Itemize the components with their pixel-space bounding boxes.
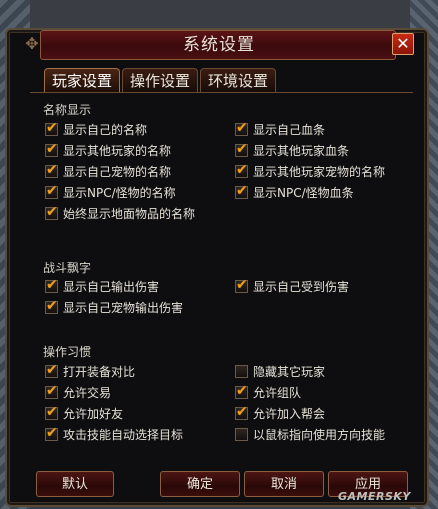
dialog-title: 系统设置 [183, 35, 255, 55]
checkbox-icon[interactable] [45, 182, 58, 200]
tab-operation-settings[interactable]: 操作设置 [122, 68, 198, 92]
option-label: 显示其他玩家宠物的名称 [253, 165, 386, 179]
option-label: 隐藏其它玩家 [253, 365, 326, 379]
option-label: 显示自己宠物输出伤害 [63, 301, 184, 315]
checkbox-icon[interactable] [45, 361, 58, 379]
checkbox-icon[interactable] [45, 161, 58, 179]
close-button[interactable]: ✕ [392, 33, 414, 55]
checkbox-icon[interactable] [235, 140, 248, 158]
option-label: 显示自己的名称 [63, 123, 148, 137]
checkbox-icon[interactable] [235, 382, 248, 400]
option-show-other-player-hp-bars[interactable]: 显示其他玩家血条 [235, 140, 350, 160]
option-label: 打开装备对比 [63, 365, 136, 379]
option-allow-party[interactable]: 允许组队 [235, 382, 302, 402]
checkbox-icon[interactable] [45, 403, 58, 421]
checkbox-icon[interactable] [235, 276, 248, 294]
option-label: 允许加入帮会 [253, 407, 326, 421]
option-label: 以鼠标指向使用方向技能 [253, 428, 386, 442]
checkbox-icon[interactable] [235, 403, 248, 421]
option-always-show-ground-items[interactable]: 始终显示地面物品的名称 [45, 203, 196, 223]
tab-environment-settings[interactable]: 环境设置 [200, 68, 276, 92]
checkbox-icon[interactable] [235, 182, 248, 200]
option-show-own-damage-dealt[interactable]: 显示自己输出伤害 [45, 276, 160, 296]
option-label: 显示自己输出伤害 [63, 280, 160, 294]
option-auto-target[interactable]: 攻击技能自动选择目标 [45, 424, 184, 444]
checkbox-icon[interactable] [45, 276, 58, 294]
option-show-npc-hp-bars[interactable]: 显示NPC/怪物血条 [235, 182, 354, 202]
checkbox-icon[interactable] [235, 365, 248, 378]
option-show-own-pet-name[interactable]: 显示自己宠物的名称 [45, 161, 172, 181]
default-button[interactable]: 默认 [36, 471, 114, 497]
option-label: 显示NPC/怪物的名称 [63, 186, 176, 200]
checkbox-icon[interactable] [235, 428, 248, 441]
option-label: 显示自己宠物的名称 [63, 165, 172, 179]
option-allow-guild-join[interactable]: 允许加入帮会 [235, 403, 326, 423]
option-show-pet-damage-dealt[interactable]: 显示自己宠物输出伤害 [45, 297, 184, 317]
option-label: 允许交易 [63, 386, 112, 400]
checkbox-icon[interactable] [45, 119, 58, 137]
option-label: 显示自己受到伤害 [253, 280, 350, 294]
checkbox-icon[interactable] [45, 424, 58, 442]
section-title-habits: 操作习惯 [43, 345, 92, 359]
checkbox-icon[interactable] [45, 140, 58, 158]
option-label: 显示NPC/怪物血条 [253, 186, 354, 200]
option-show-own-name[interactable]: 显示自己的名称 [45, 119, 148, 139]
option-show-other-player-pet-names[interactable]: 显示其他玩家宠物的名称 [235, 161, 386, 181]
option-show-other-player-names[interactable]: 显示其他玩家的名称 [45, 140, 172, 160]
tab-player-settings[interactable]: 玩家设置 [44, 68, 120, 92]
option-mouse-direction-skills[interactable]: 以鼠标指向使用方向技能 [235, 426, 385, 444]
confirm-button[interactable]: 确定 [160, 471, 240, 497]
checkbox-icon[interactable] [235, 119, 248, 137]
watermark-text: GAMERSKY [338, 490, 411, 503]
option-show-own-hp-bar[interactable]: 显示自己血条 [235, 119, 326, 139]
cancel-button[interactable]: 取消 [244, 471, 324, 497]
section-title-names: 名称显示 [43, 103, 92, 117]
option-label: 显示其他玩家血条 [253, 144, 350, 158]
option-label: 显示其他玩家的名称 [63, 144, 172, 158]
option-show-npc-names[interactable]: 显示NPC/怪物的名称 [45, 182, 176, 202]
option-label: 始终显示地面物品的名称 [63, 207, 196, 221]
checkbox-icon[interactable] [45, 382, 58, 400]
checkbox-icon[interactable] [45, 203, 58, 221]
option-hide-other-players[interactable]: 隐藏其它玩家 [235, 363, 325, 381]
option-label: 允许加好友 [63, 407, 124, 421]
option-label: 显示自己血条 [253, 123, 326, 137]
option-label: 允许组队 [253, 386, 302, 400]
section-title-damage: 战斗飘字 [43, 261, 92, 275]
checkbox-icon[interactable] [235, 161, 248, 179]
option-allow-friend-requests[interactable]: 允许加好友 [45, 403, 124, 423]
option-label: 攻击技能自动选择目标 [63, 428, 184, 442]
option-allow-trade[interactable]: 允许交易 [45, 382, 112, 402]
checkbox-icon[interactable] [45, 297, 58, 315]
option-show-damage-taken[interactable]: 显示自己受到伤害 [235, 276, 350, 296]
option-equipment-compare[interactable]: 打开装备对比 [45, 361, 136, 381]
